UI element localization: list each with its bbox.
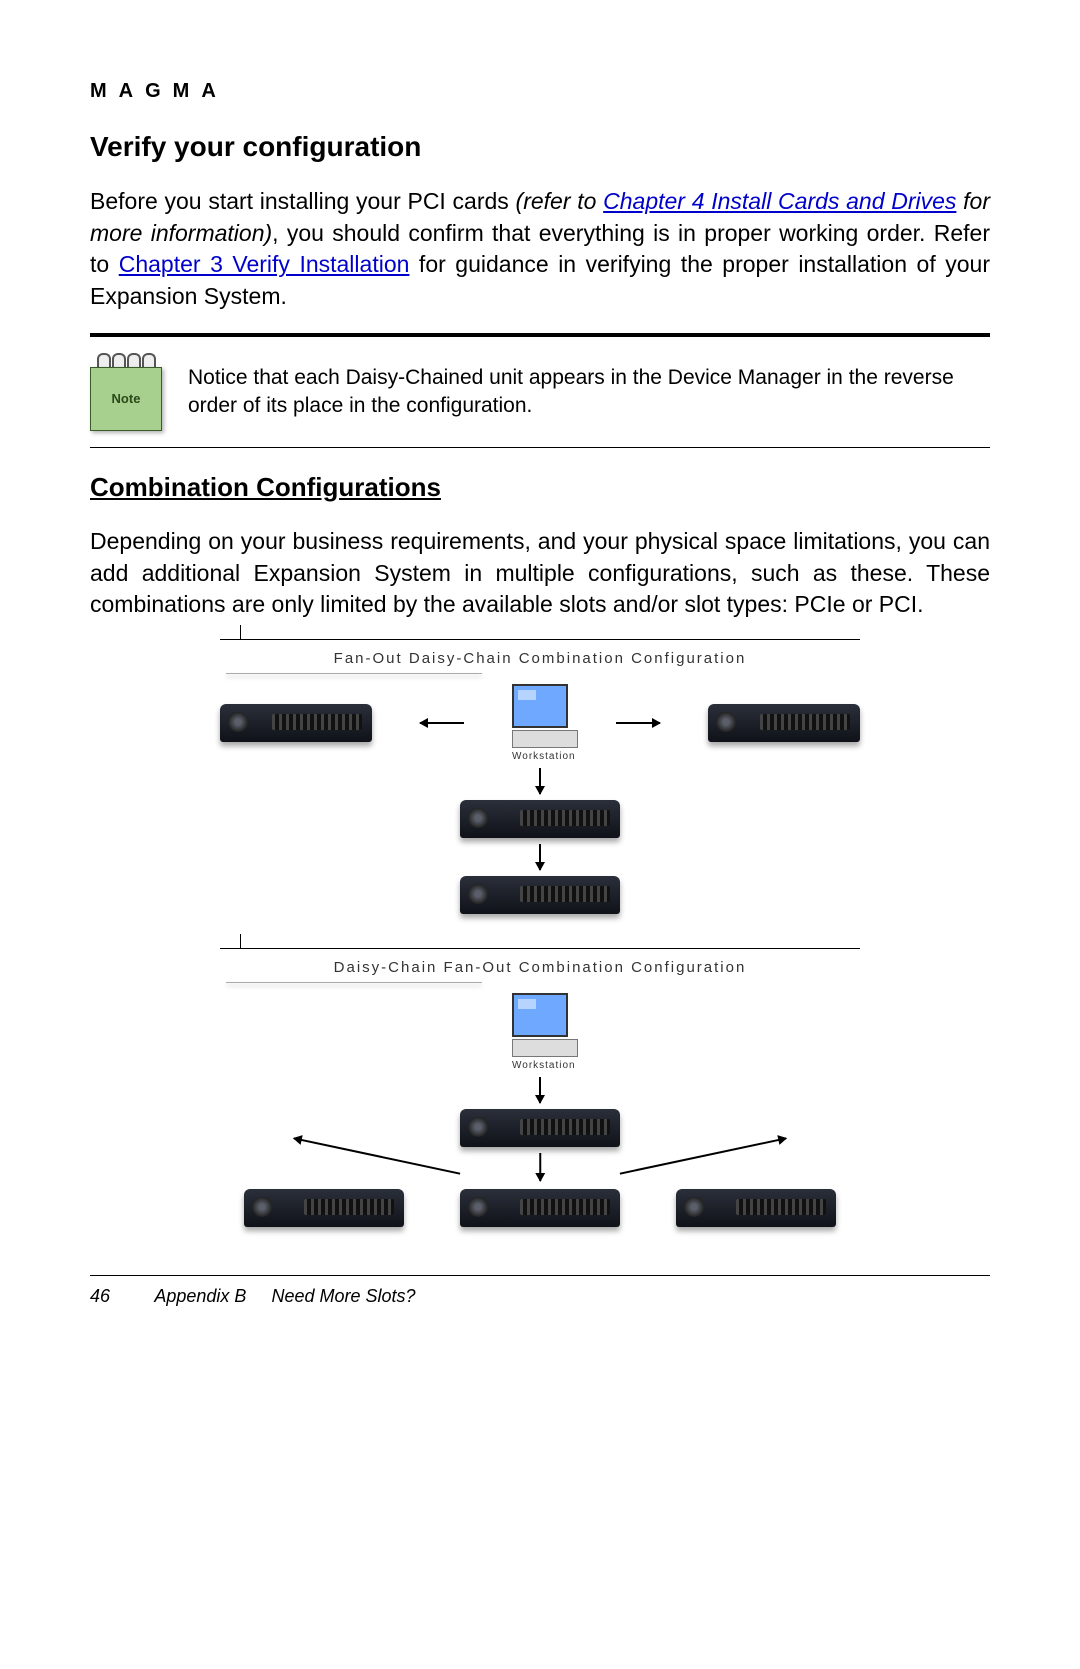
arrow-left-icon	[420, 722, 464, 724]
workstation-icon: Workstation	[512, 684, 568, 762]
chassis-icon	[220, 704, 372, 742]
text-italic: (refer to	[516, 188, 604, 214]
link-chapter-4[interactable]: Chapter 4 Install Cards and Drives	[603, 188, 956, 214]
brand-header: MAGMA	[90, 80, 990, 103]
arrow-down-icon	[539, 1077, 541, 1103]
page: MAGMA Verify your configuration Before y…	[0, 0, 1080, 1347]
chassis-icon	[676, 1189, 836, 1227]
page-footer: 46 Appendix B Need More Slots?	[90, 1286, 990, 1307]
workstation-icon: Workstation	[512, 993, 568, 1071]
divider-heavy	[90, 333, 990, 337]
paragraph-combination: Depending on your business requirements,…	[90, 526, 990, 621]
heading-verify: Verify your configuration	[90, 131, 990, 163]
note-text: Notice that each Daisy-Chained unit appe…	[188, 364, 990, 421]
note-icon-label: Note	[90, 367, 162, 431]
note-icon: Note	[90, 353, 162, 431]
link-chapter-3[interactable]: Chapter 3 Verify Installation	[119, 251, 410, 277]
diagram-daisy-fanout: Daisy-Chain Fan-Out Combination Configur…	[220, 948, 860, 1227]
arrow-down-icon	[539, 768, 541, 794]
footer-title: Need More Slots?	[271, 1286, 415, 1306]
text: Before you start installing your PCI car…	[90, 188, 516, 214]
chassis-icon	[460, 1109, 620, 1147]
workstation-label: Workstation	[512, 1060, 568, 1071]
arrow-right-icon	[616, 722, 660, 724]
diagram-title-box: Fan-Out Daisy-Chain Combination Configur…	[220, 639, 860, 674]
footer-appendix: Appendix B	[154, 1286, 246, 1306]
page-number: 46	[90, 1286, 110, 1306]
chassis-icon	[708, 704, 860, 742]
paragraph-verify: Before you start installing your PCI car…	[90, 186, 990, 313]
chassis-icon	[460, 876, 620, 914]
note-row: Note Notice that each Daisy-Chained unit…	[90, 347, 990, 437]
heading-combination: Combination Configurations	[90, 472, 990, 503]
footer-divider	[90, 1275, 990, 1276]
workstation-label: Workstation	[512, 751, 568, 762]
diagram-title-box: Daisy-Chain Fan-Out Combination Configur…	[220, 948, 860, 983]
divider-thin	[90, 447, 990, 448]
chassis-icon	[460, 800, 620, 838]
diagram-fanout-daisy: Fan-Out Daisy-Chain Combination Configur…	[220, 639, 860, 914]
chassis-icon	[244, 1189, 404, 1227]
arrow-split-icon	[220, 1153, 860, 1183]
diagram-title: Fan-Out Daisy-Chain Combination Configur…	[220, 640, 860, 673]
arrow-down-icon	[539, 844, 541, 870]
diagram-title: Daisy-Chain Fan-Out Combination Configur…	[220, 949, 860, 982]
chassis-icon	[460, 1189, 620, 1227]
